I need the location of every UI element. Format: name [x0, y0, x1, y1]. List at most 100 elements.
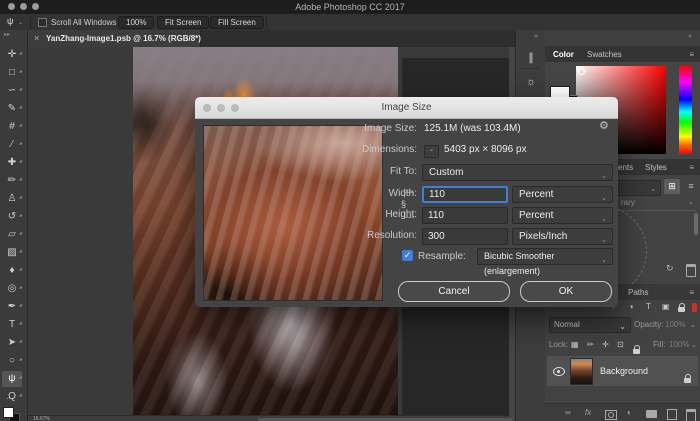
crop-tool[interactable]: #◢ [2, 119, 22, 135]
expand-panels-icon[interactable]: « [534, 33, 538, 40]
brush-tool[interactable]: ✏◢ [2, 173, 22, 189]
history-panel-icon[interactable]: ∥ [521, 48, 541, 69]
width-input[interactable]: 110 [422, 186, 508, 203]
panel-menu-icon[interactable]: ≡ [689, 288, 694, 297]
chevron-down-icon[interactable]: ⌄ [691, 341, 697, 349]
image-size-label: Image Size: [327, 123, 417, 134]
layers-panel-footer: ∞ fx ◐ [545, 403, 700, 421]
adjustments-panel-icon[interactable]: ☼ [521, 72, 541, 92]
dimensions-unit-dropdown[interactable]: ⌄ [424, 145, 439, 158]
ellipse-tool[interactable]: ○◢ [2, 353, 22, 369]
resample-checkbox[interactable]: ✓ [402, 250, 413, 261]
layer-visibility-eye-icon[interactable] [553, 367, 565, 376]
fill-label: Fill: [653, 340, 665, 349]
fit-to-dropdown[interactable]: Custom⌄ [422, 164, 613, 181]
panel-menu-icon[interactable]: ≡ [689, 50, 694, 59]
document-tab[interactable]: × YanZhang-Image1.psb @ 16.7% (RGB/8*) [28, 30, 201, 47]
tools-panel: ▸▸ ✛◢ □◢ ∽◢ ✎◢ #◢ ∕◢ ✚◢ ✏◢ ♙◢ ↺◢ ▱◢ ▨◢ ♦◢ ◎◢ ✒◢ T◢ ➤◢ ○◢ ψ… [0, 30, 28, 421]
hand-tool[interactable]: ψ◢ [2, 371, 22, 387]
lock-artboard-icon[interactable]: ⊡ [617, 340, 624, 349]
move-tool[interactable]: ✛◢ [2, 47, 22, 63]
tab-color[interactable]: Color [553, 50, 574, 59]
pen-tool[interactable]: ✒◢ [2, 299, 22, 315]
chevron-down-icon[interactable]: ⌄ [690, 321, 696, 329]
filter-shape-layers-icon[interactable]: ▣ [662, 302, 670, 311]
lock-transparency-icon[interactable]: ▦ [571, 340, 579, 349]
height-unit-dropdown[interactable]: Percent⌄ [512, 207, 613, 224]
lasso-tool[interactable]: ∽◢ [2, 83, 22, 99]
dodge-tool[interactable]: ◎◢ [2, 281, 22, 297]
chevron-down-icon[interactable]: ⌄ [18, 19, 23, 26]
tab-close-icon[interactable]: × [34, 33, 39, 43]
zoom-100-button[interactable]: 100% [118, 16, 154, 29]
blend-mode-dropdown[interactable]: Normal ⌄ [549, 317, 631, 333]
hue-slider[interactable] [679, 66, 692, 154]
tab-swatches[interactable]: Swatches [587, 50, 622, 59]
toolbar-collapse-icon[interactable]: ▸▸ [4, 31, 10, 38]
resample-label: Resample: [418, 251, 466, 262]
layer-style-fx-icon[interactable]: fx [585, 408, 591, 417]
new-adjustment-layer-icon[interactable]: ◐ [627, 408, 632, 417]
lock-position-icon[interactable]: ✛ [602, 340, 609, 349]
lock-paint-icon[interactable]: ✏ [587, 340, 594, 349]
tab-styles[interactable]: Styles [645, 163, 667, 172]
link-layers-icon[interactable]: ∞ [565, 408, 571, 417]
color-group-tab-bar: Color Swatches ≡ [545, 46, 700, 62]
marquee-tool[interactable]: □◢ [2, 65, 22, 81]
document-tab-title: YanZhang-Image1.psb @ 16.7% (RGB/8*) [46, 34, 201, 43]
collapse-panels-icon[interactable]: » [688, 33, 692, 40]
tab-paths[interactable]: Paths [628, 288, 648, 297]
color-cursor[interactable] [578, 68, 585, 75]
gear-icon[interactable]: ⚙ [599, 119, 609, 132]
scroll-all-windows-checkbox[interactable] [38, 18, 47, 27]
resample-dropdown[interactable]: Bicubic Smoother (enlargement)⌄ [477, 248, 613, 265]
eraser-tool[interactable]: ▱◢ [2, 227, 22, 243]
gradient-tool[interactable]: ▨◢ [2, 245, 22, 261]
ok-button[interactable]: OK [520, 281, 612, 302]
edit-toolbar-icon[interactable]: ⋯ [6, 394, 14, 403]
healing-brush-tool[interactable]: ✚◢ [2, 155, 22, 171]
type-tool[interactable]: T◢ [2, 317, 22, 333]
trash-icon[interactable] [686, 264, 696, 277]
foreground-color-swatch[interactable] [3, 407, 14, 418]
library-name-partial[interactable]: rary [621, 198, 635, 207]
sync-icon[interactable]: ↻ [666, 263, 674, 274]
layer-name[interactable]: Background [600, 366, 648, 376]
layer-thumbnail[interactable] [570, 358, 593, 385]
fill-value[interactable]: 100% [669, 340, 689, 349]
path-selection-tool[interactable]: ➤◢ [2, 335, 22, 351]
height-input[interactable]: 110 [422, 207, 508, 224]
list-view-button[interactable]: ≡ [683, 179, 699, 194]
width-label: Width: [327, 188, 417, 199]
fit-screen-button[interactable]: Fit Screen [157, 16, 209, 29]
history-brush-tool[interactable]: ↺◢ [2, 209, 22, 225]
lock-all-icon[interactable] [633, 349, 640, 354]
grid-view-button[interactable]: ⊞ [664, 179, 680, 194]
eyedropper-tool[interactable]: ∕◢ [2, 137, 22, 153]
fill-screen-button[interactable]: Fill Screen [210, 16, 264, 29]
blur-tool[interactable]: ♦◢ [2, 263, 22, 279]
filter-type-layers-icon[interactable]: T [646, 302, 651, 311]
filter-adjustment-layers-icon[interactable]: ◐ [630, 302, 635, 311]
width-unit-dropdown[interactable]: Percent⌄ [512, 186, 613, 203]
layer-row-background[interactable]: Background [547, 356, 698, 386]
scrollbar-thumb[interactable] [694, 213, 698, 235]
layer-filter-toggle[interactable] [692, 303, 697, 312]
cancel-button[interactable]: Cancel [398, 281, 510, 302]
opacity-value[interactable]: 100% [665, 320, 685, 329]
resolution-unit-dropdown[interactable]: Pixels/Inch⌄ [512, 228, 613, 245]
status-zoom-level[interactable]: 16.67% [33, 416, 50, 421]
resolution-label: Resolution: [327, 230, 417, 241]
new-layer-icon[interactable] [667, 409, 677, 420]
tab-adjustments-partial[interactable]: ents [618, 163, 633, 172]
chevron-down-icon[interactable]: ⌄ [688, 198, 694, 206]
clone-stamp-tool[interactable]: ♙◢ [2, 191, 22, 207]
dialog-title-bar[interactable]: Image Size [195, 97, 618, 119]
resolution-input[interactable]: 300 [422, 228, 508, 245]
filter-locked-layers-icon[interactable] [678, 307, 685, 312]
quick-selection-tool[interactable]: ✎◢ [2, 101, 22, 117]
delete-layer-icon[interactable] [686, 409, 696, 421]
panel-menu-icon[interactable]: ≡ [689, 163, 694, 172]
add-mask-icon[interactable] [605, 410, 617, 420]
new-group-icon[interactable] [646, 410, 657, 418]
